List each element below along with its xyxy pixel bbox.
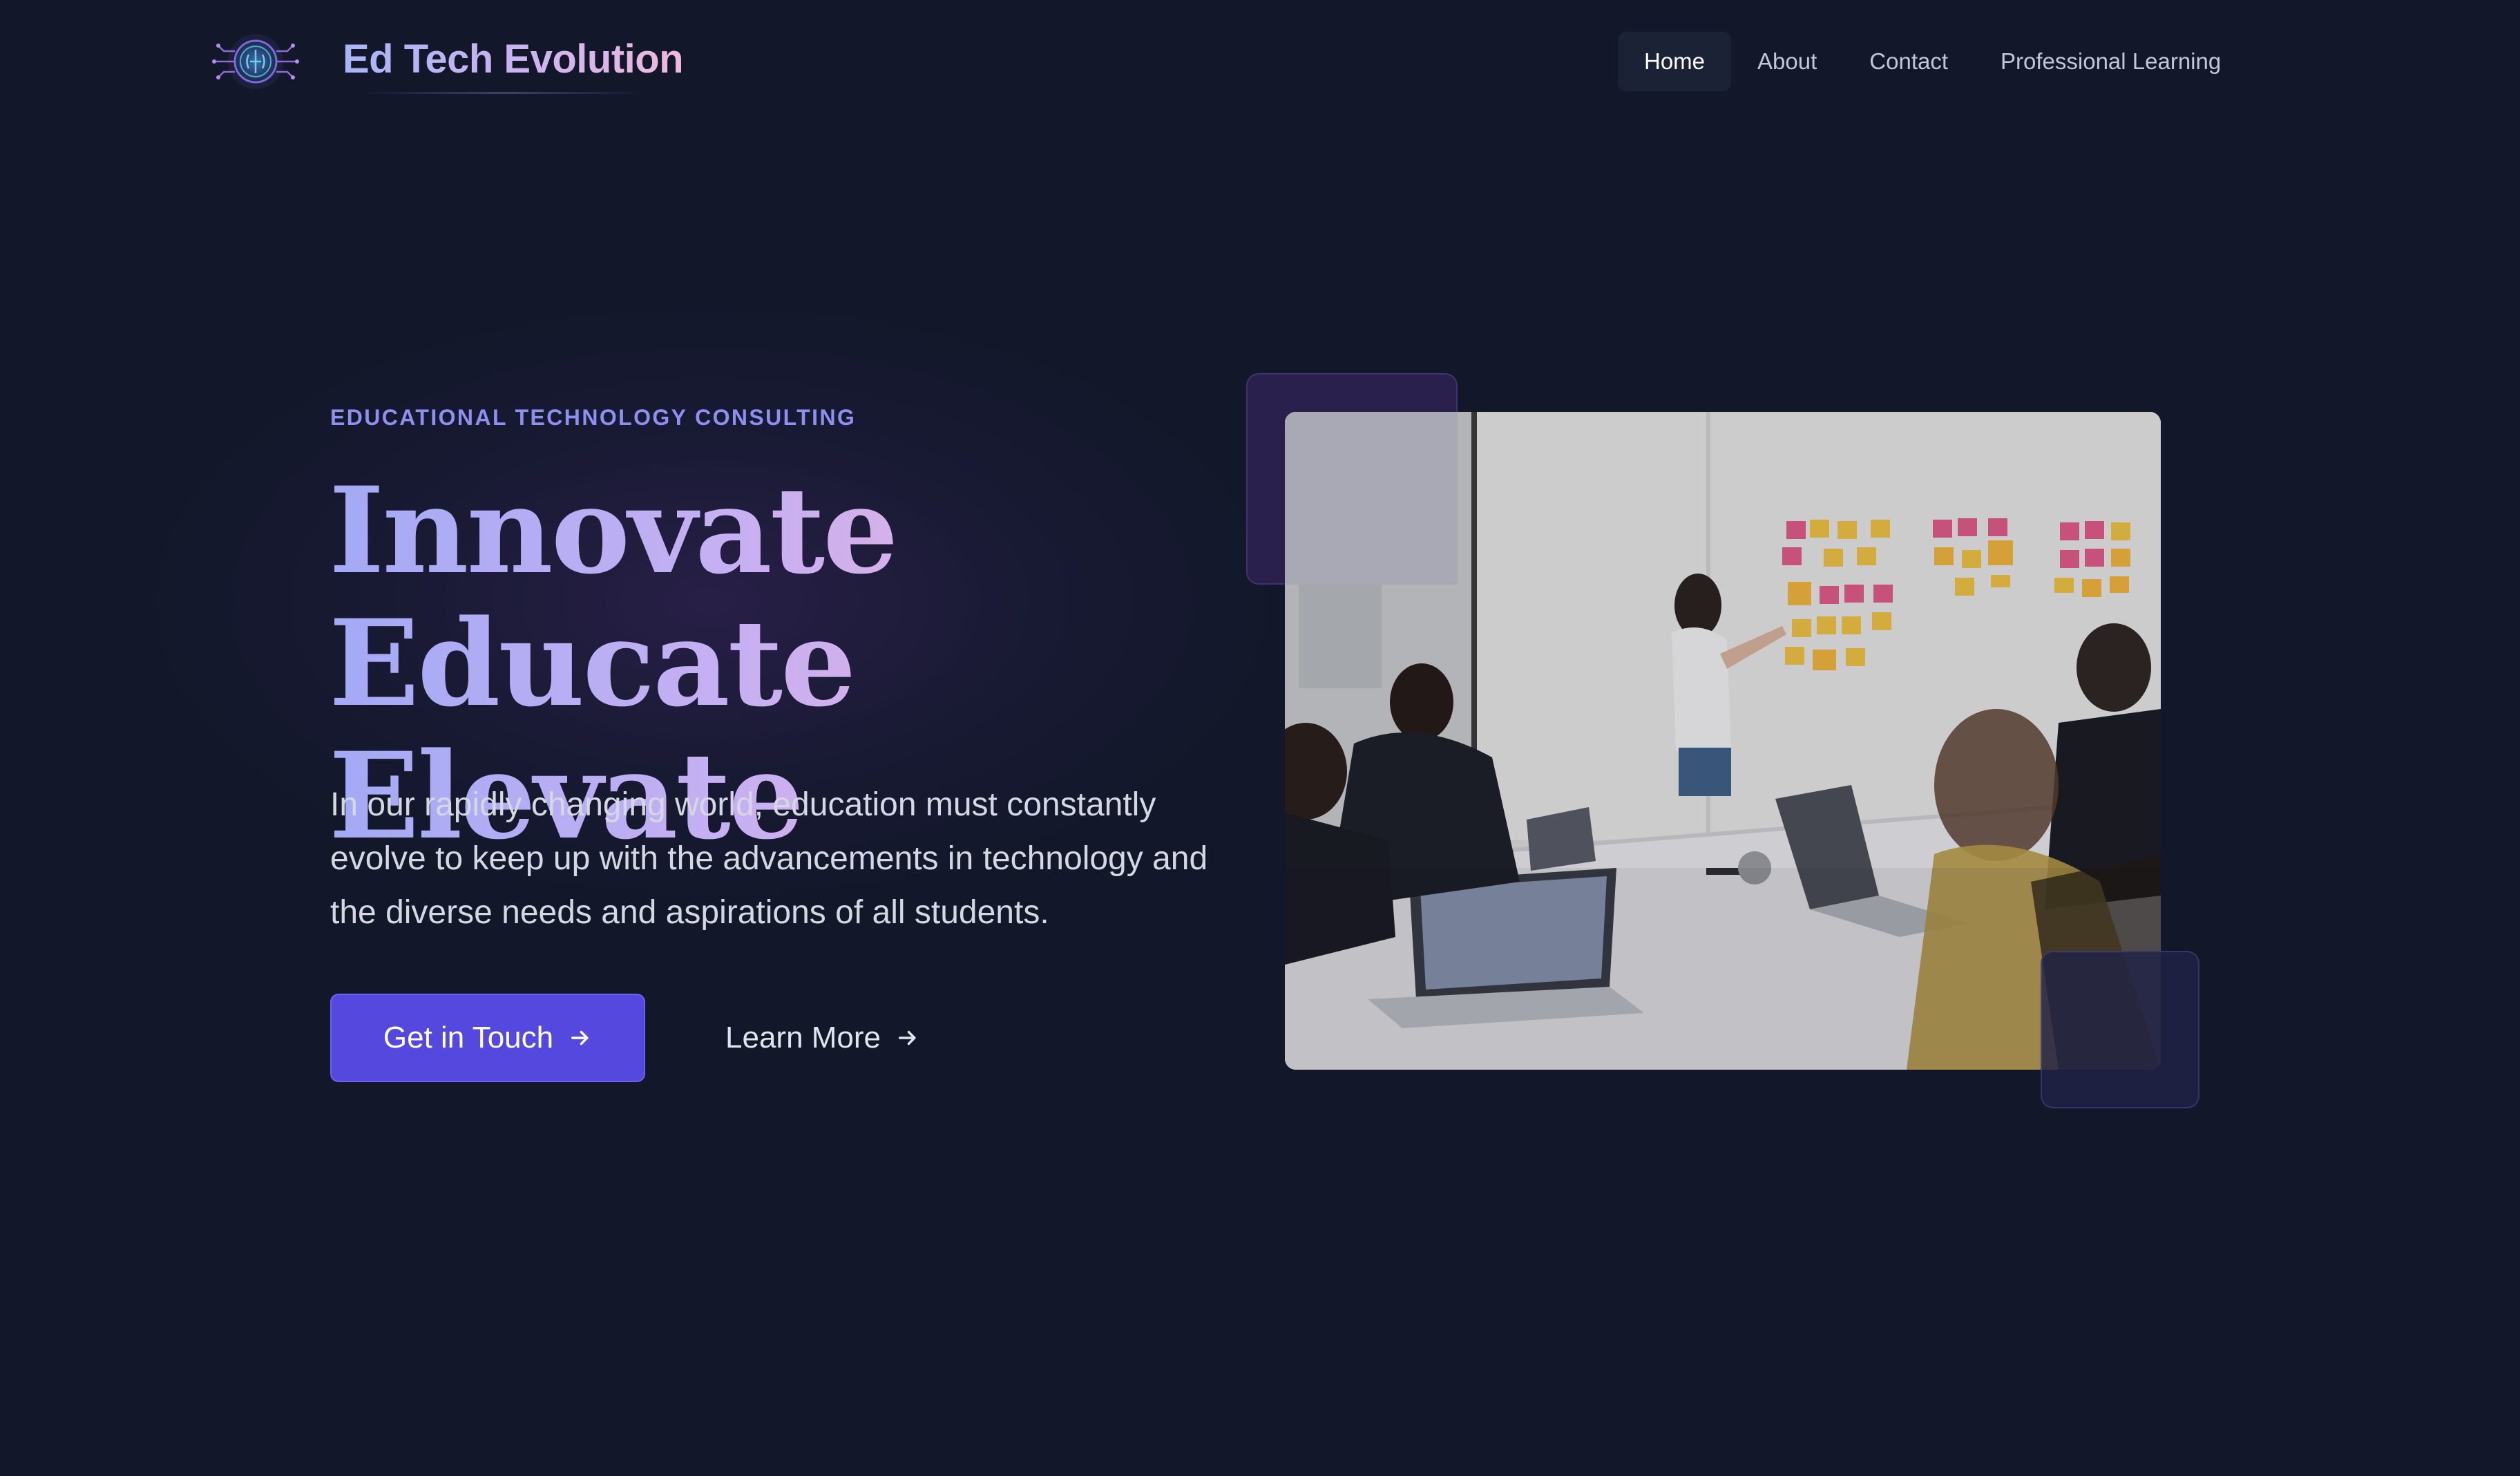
team-meeting-photo bbox=[1285, 412, 2161, 1070]
hero-eyebrow: EDUCATIONAL TECHNOLOGY CONSULTING bbox=[330, 405, 857, 430]
nav-menu: Home About Contact Professional Learning bbox=[1618, 32, 2247, 91]
photo-illustration bbox=[1285, 412, 2161, 1070]
circuit-brain-icon bbox=[212, 34, 299, 89]
headline-line-1: Innovate bbox=[329, 464, 1227, 597]
learn-more-link[interactable]: Learn More bbox=[725, 994, 919, 1082]
nav-item-about[interactable]: About bbox=[1731, 32, 1843, 91]
decorative-square-bottom-right bbox=[2041, 951, 2199, 1108]
brand-underline bbox=[359, 92, 649, 94]
learn-more-label: Learn More bbox=[725, 1021, 881, 1054]
get-in-touch-button[interactable]: Get in Touch bbox=[330, 994, 645, 1082]
hero-description: In our rapidly changing world, education… bbox=[330, 786, 1208, 931]
arrow-right-icon bbox=[898, 1030, 916, 1046]
top-navigation: Ed Tech Evolution Home About Contact Pro… bbox=[0, 0, 2520, 122]
brand-logo[interactable] bbox=[207, 30, 304, 93]
brand-name[interactable]: Ed Tech Evolution bbox=[343, 36, 684, 82]
nav-item-professional-learning[interactable]: Professional Learning bbox=[1974, 32, 2247, 91]
nav-item-contact[interactable]: Contact bbox=[1843, 32, 1974, 91]
arrow-right-icon bbox=[571, 1030, 589, 1046]
nav-item-home[interactable]: Home bbox=[1618, 32, 1732, 91]
get-in-touch-label: Get in Touch bbox=[383, 1021, 554, 1054]
